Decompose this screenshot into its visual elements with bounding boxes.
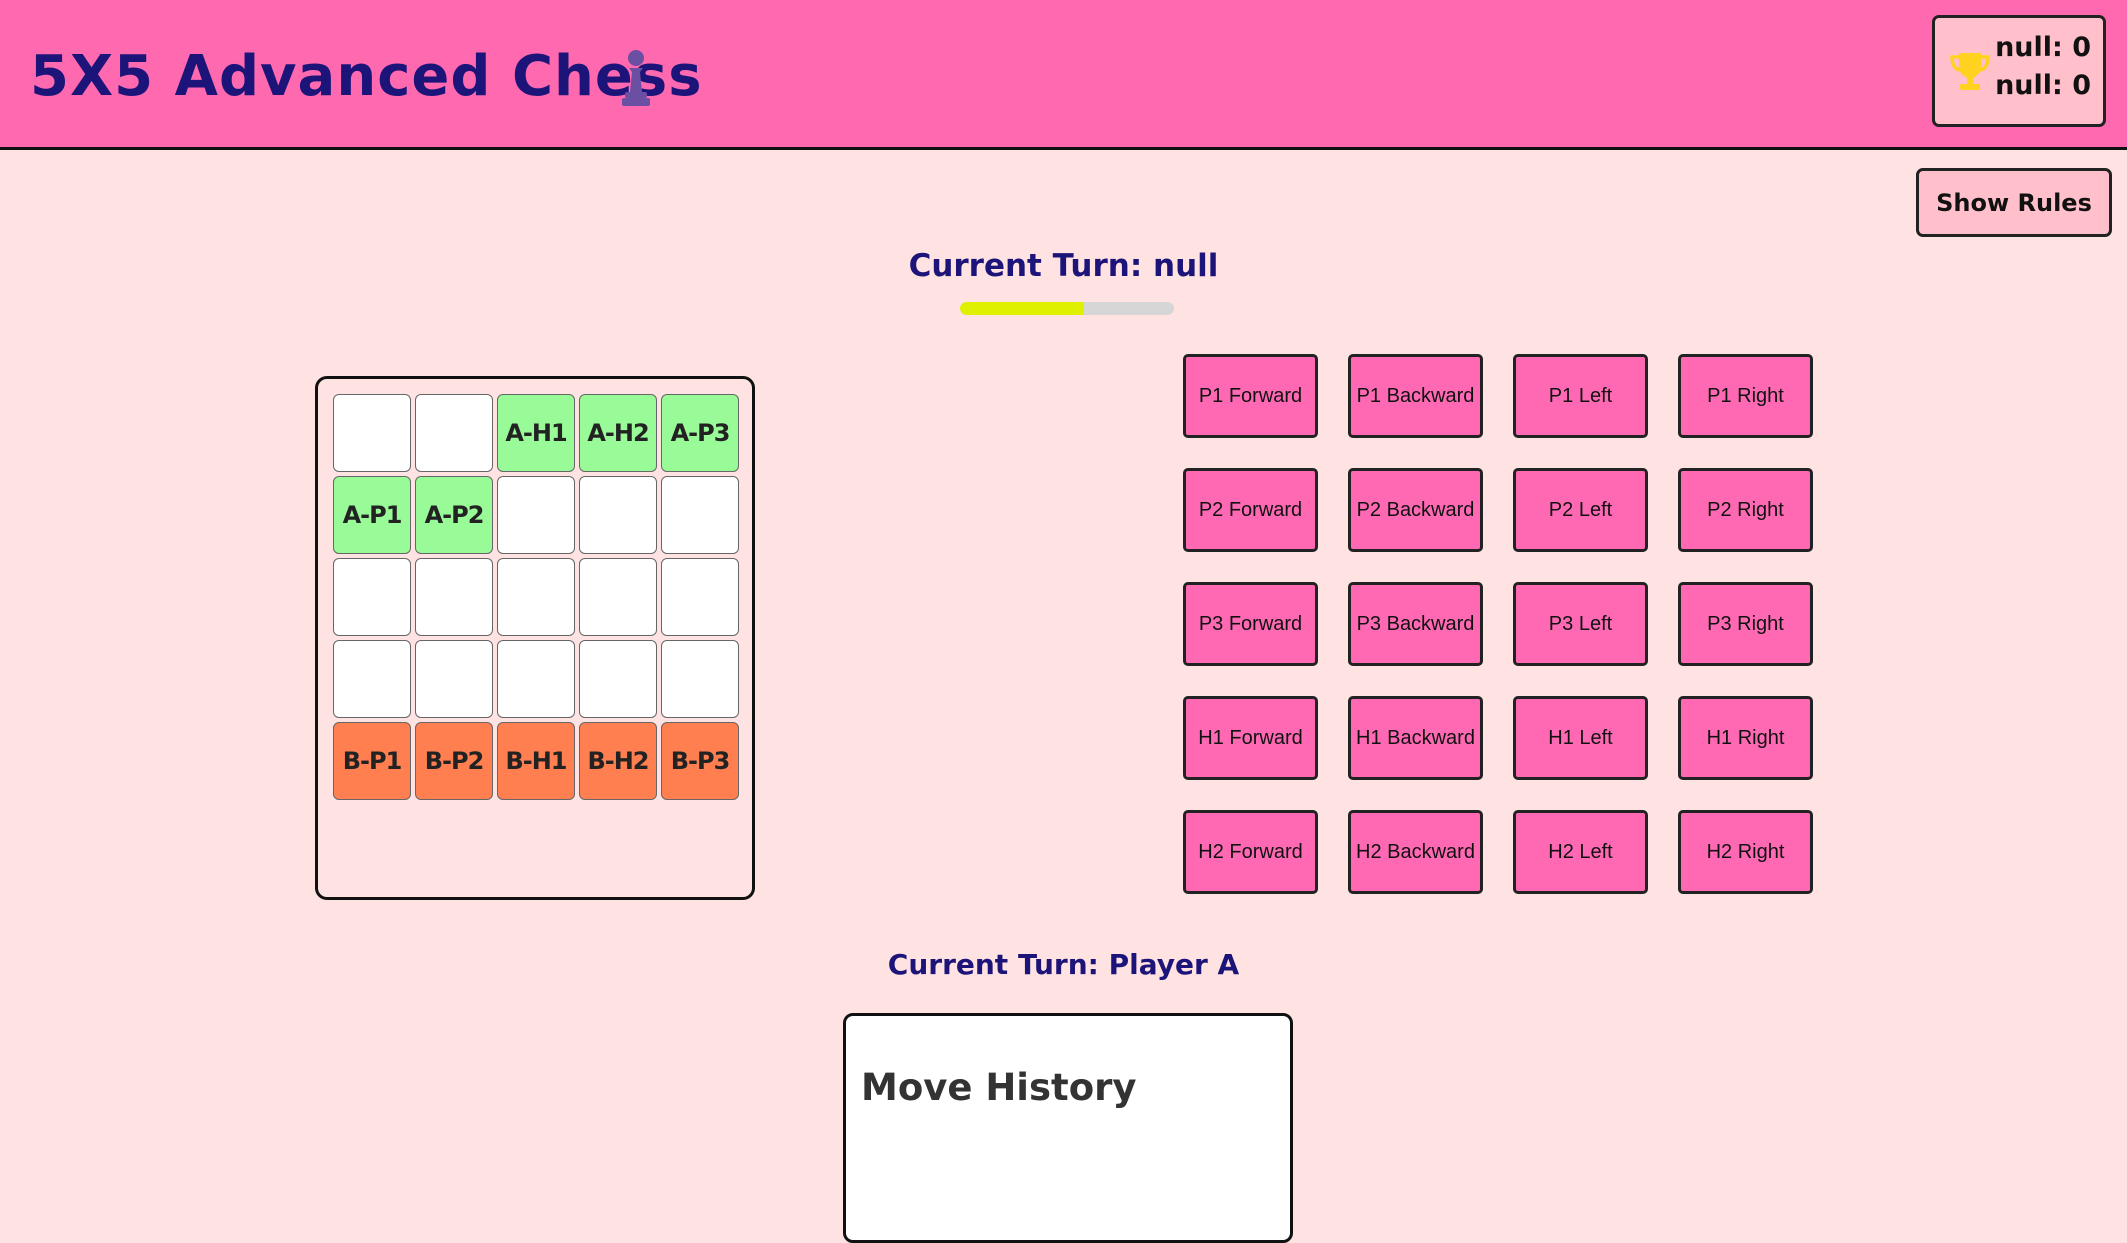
p3-forward-button[interactable]: P3 Forward <box>1183 582 1318 666</box>
board-cell-empty[interactable] <box>661 640 739 718</box>
board-cell-a-p1[interactable]: A-P1 <box>333 476 411 554</box>
game-board: A-H1 A-H2 A-P3 A-P1 A-P2 B-P1 B-P2 B-H1 B-H2 B-P3 <box>315 376 755 900</box>
board-cell-empty[interactable] <box>497 640 575 718</box>
board-cell-a-p3[interactable]: A-P3 <box>661 394 739 472</box>
show-rules-button[interactable]: Show Rules <box>1916 168 2112 237</box>
board-cell-empty[interactable] <box>661 558 739 636</box>
current-turn-top: Current Turn: null <box>908 248 1219 284</box>
h1-left-button[interactable]: H1 Left <box>1513 696 1648 780</box>
h2-right-button[interactable]: H2 Right <box>1678 810 1813 894</box>
score-line-2: null: 0 <box>1995 70 2091 101</box>
p2-backward-button[interactable]: P2 Backward <box>1348 468 1483 552</box>
move-history-title: Move History <box>861 1066 1137 1109</box>
p2-right-button[interactable]: P2 Right <box>1678 468 1813 552</box>
move-controls: P1 Forward P1 Backward P1 Left P1 Right P2 F… <box>1183 354 1813 894</box>
board-cell-empty[interactable] <box>415 394 493 472</box>
p1-backward-button[interactable]: P1 Backward <box>1348 354 1483 438</box>
board-cell-empty[interactable] <box>497 476 575 554</box>
p3-right-button[interactable]: P3 Right <box>1678 582 1813 666</box>
p2-left-button[interactable]: P2 Left <box>1513 468 1648 552</box>
trophy-icon <box>1950 53 1990 90</box>
board-grid: A-H1 A-H2 A-P3 A-P1 A-P2 B-P1 B-P2 B-H1 B-H2 B-P3 <box>333 394 739 800</box>
app-header: 5X5 Advanced Chess null: 0 null: 0 <box>0 0 2127 150</box>
board-cell-a-h1[interactable]: A-H1 <box>497 394 575 472</box>
board-cell-b-h1[interactable]: B-H1 <box>497 722 575 800</box>
board-cell-empty[interactable] <box>415 640 493 718</box>
board-cell-a-p2[interactable]: A-P2 <box>415 476 493 554</box>
page-title: 5X5 Advanced Chess <box>30 44 703 109</box>
board-cell-a-h2[interactable]: A-H2 <box>579 394 657 472</box>
p2-forward-button[interactable]: P2 Forward <box>1183 468 1318 552</box>
board-cell-empty[interactable] <box>579 558 657 636</box>
move-history-panel: Move History <box>843 1013 1293 1243</box>
h2-backward-button[interactable]: H2 Backward <box>1348 810 1483 894</box>
current-turn-bottom: Current Turn: Player A <box>887 948 1240 981</box>
score-board: null: 0 null: 0 <box>1932 15 2106 127</box>
board-cell-empty[interactable] <box>333 640 411 718</box>
board-cell-empty[interactable] <box>333 394 411 472</box>
h2-forward-button[interactable]: H2 Forward <box>1183 810 1318 894</box>
turn-timer-fill <box>960 302 1085 315</box>
board-cell-empty[interactable] <box>497 558 575 636</box>
board-cell-b-p2[interactable]: B-P2 <box>415 722 493 800</box>
turn-timer-bar <box>960 302 1174 315</box>
board-cell-empty[interactable] <box>579 476 657 554</box>
board-cell-empty[interactable] <box>415 558 493 636</box>
p1-left-button[interactable]: P1 Left <box>1513 354 1648 438</box>
p3-backward-button[interactable]: P3 Backward <box>1348 582 1483 666</box>
pawn-icon <box>622 50 650 106</box>
h1-forward-button[interactable]: H1 Forward <box>1183 696 1318 780</box>
board-cell-empty[interactable] <box>333 558 411 636</box>
h1-backward-button[interactable]: H1 Backward <box>1348 696 1483 780</box>
board-cell-empty[interactable] <box>661 476 739 554</box>
p1-right-button[interactable]: P1 Right <box>1678 354 1813 438</box>
board-cell-empty[interactable] <box>579 640 657 718</box>
h2-left-button[interactable]: H2 Left <box>1513 810 1648 894</box>
board-cell-b-p3[interactable]: B-P3 <box>661 722 739 800</box>
h1-right-button[interactable]: H1 Right <box>1678 696 1813 780</box>
board-cell-b-h2[interactable]: B-H2 <box>579 722 657 800</box>
score-line-1: null: 0 <box>1995 32 2091 63</box>
p3-left-button[interactable]: P3 Left <box>1513 582 1648 666</box>
board-cell-b-p1[interactable]: B-P1 <box>333 722 411 800</box>
p1-forward-button[interactable]: P1 Forward <box>1183 354 1318 438</box>
